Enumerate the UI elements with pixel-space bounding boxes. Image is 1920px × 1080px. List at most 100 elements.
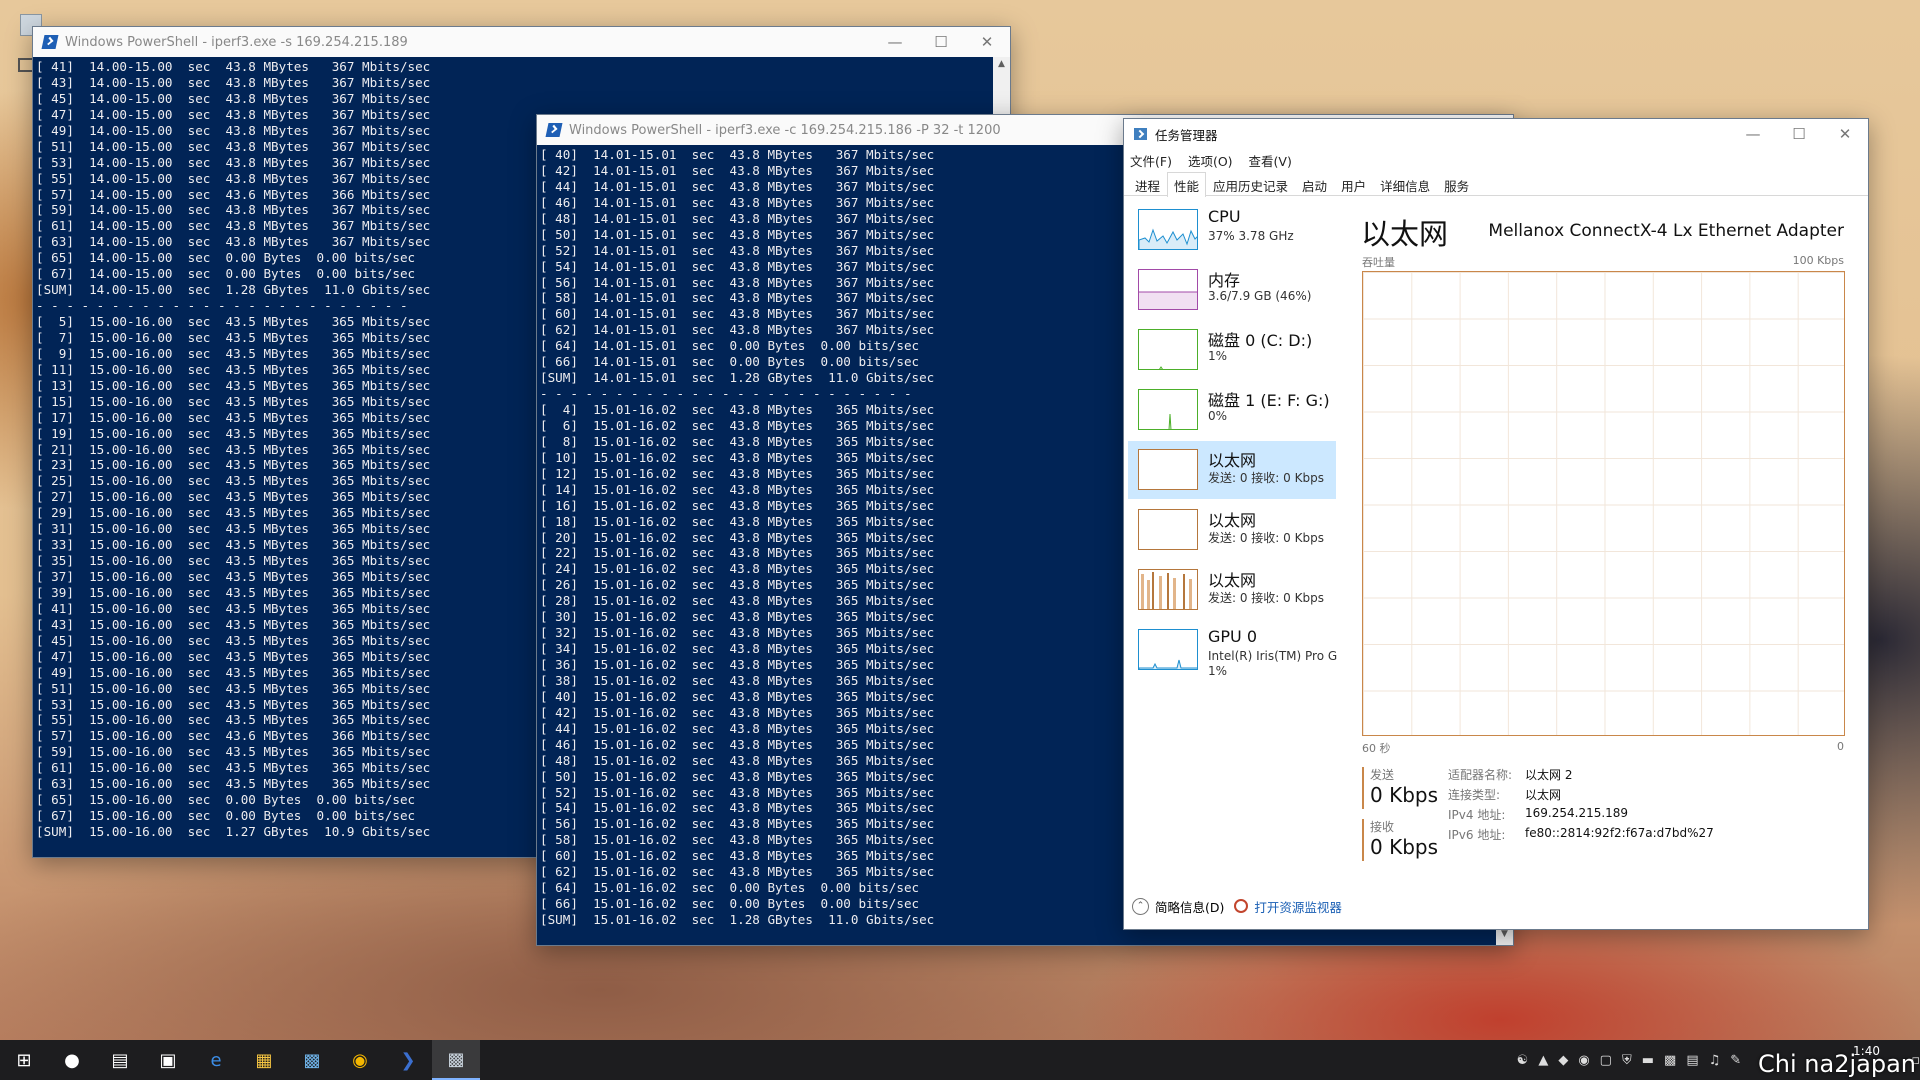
open-resource-monitor-link[interactable]: 打开资源监视器 — [1254, 897, 1342, 916]
graph-label: 吞吐量 — [1362, 256, 1395, 269]
memory-thumbnail-graph — [1138, 269, 1198, 310]
window-title: 任务管理器 — [1155, 127, 1218, 143]
gpu-thumbnail-graph — [1138, 629, 1198, 670]
network-icon[interactable]: ▤ — [1686, 1053, 1698, 1068]
tray-app-icon[interactable]: ▬ — [1642, 1053, 1654, 1068]
task-manager-taskbar-icon[interactable]: ▩ — [432, 1040, 480, 1080]
ethernet-thumbnail-graph — [1138, 569, 1198, 610]
sidebar-item-detail: 37% 3.78 GHz — [1208, 229, 1294, 243]
send-label: 发送 — [1370, 768, 1395, 782]
sidebar-item-cpu[interactable]: CPU 37% 3.78 GHz — [1128, 201, 1336, 259]
maximize-button[interactable]: ☐ — [918, 27, 964, 57]
volume-icon[interactable]: ♫ — [1709, 1053, 1721, 1068]
tab-performance[interactable]: 性能 — [1167, 172, 1207, 197]
receive-label: 接收 — [1370, 820, 1395, 834]
taskbar: ⊞ ● ▤ ▣ e ▦ ▩ ◉ ❯ ▩ ☯ ▲ ◆ ◉ ▢ ⛨ ▬ ▩ ▤ ♫ … — [0, 1040, 1920, 1080]
tray-app-icon[interactable]: ◆ — [1558, 1053, 1568, 1068]
shield-icon[interactable]: ⛨ — [1622, 1053, 1632, 1068]
powershell-taskbar-icon[interactable]: ❯ — [384, 1040, 432, 1080]
start-windows-icon[interactable]: ⊞ — [0, 1040, 48, 1080]
powershell-icon — [545, 123, 563, 137]
receive-indicator — [1362, 819, 1364, 861]
disk-thumbnail-graph — [1138, 389, 1198, 430]
sidebar-item-name: CPU — [1208, 207, 1241, 226]
task-view-icon[interactable]: ▤ — [96, 1040, 144, 1080]
sidebar-item-detail: 发送: 0 接收: 0 Kbps — [1208, 591, 1324, 605]
pen-icon[interactable]: ✎ — [1730, 1053, 1741, 1068]
page-title: 以太网 — [1361, 217, 1449, 251]
console-line: [ 43] 14.00-15.00 sec 43.8 MBytes 367 Mb… — [36, 74, 431, 90]
sidebar-item-usage: 1% — [1208, 664, 1228, 678]
graph-time-label: 60 秒 — [1362, 742, 1391, 755]
tab-details[interactable]: 详细信息 — [1373, 172, 1437, 195]
receive-value: 0 Kbps — [1370, 835, 1439, 859]
performance-sidebar: CPU 37% 3.78 GHz 内存 3.6/7.9 GB (46%) 磁盘 … — [1128, 201, 1338, 879]
window-titlebar[interactable]: Windows PowerShell - iperf3.exe -s 169.2… — [33, 27, 1010, 57]
tray-app-icon[interactable]: ▩ — [1664, 1053, 1676, 1068]
tab-users[interactable]: 用户 — [1334, 172, 1373, 195]
tray-app-icon[interactable]: ▢ — [1600, 1053, 1612, 1068]
sidebar-item-detail: Intel(R) Iris(TM) Pro G — [1208, 649, 1338, 663]
menu-file[interactable]: 文件(F) — [1130, 151, 1172, 170]
scroll-up-icon[interactable]: ▲ — [993, 59, 1010, 74]
tab-services[interactable]: 服务 — [1437, 172, 1476, 195]
task-manager-footer: ⌃ 简略信息(D) 打开资源监视器 — [1124, 883, 1868, 929]
detail-key: IPv6 地址: — [1448, 828, 1506, 842]
resource-monitor-icon — [1234, 899, 1249, 913]
console-line: [ 45] 14.00-15.00 sec 43.8 MBytes 367 Mb… — [36, 90, 431, 106]
tab-processes[interactable]: 进程 — [1128, 172, 1167, 195]
adapter-name: Mellanox ConnectX-4 Lx Ethernet Adapter — [1488, 221, 1844, 241]
menu-options[interactable]: 选项(O) — [1188, 151, 1233, 170]
detail-value: 以太网 2 — [1525, 768, 1573, 782]
detail-value: 以太网 — [1525, 788, 1562, 802]
sidebar-item-disk-0[interactable]: 磁盘 0 (C: D:) 1% — [1128, 321, 1336, 379]
watermark-text: Chi na2japan — [1758, 1050, 1916, 1078]
edge-browser-icon[interactable]: e — [192, 1040, 240, 1080]
sidebar-item-name: 内存 — [1208, 271, 1241, 290]
sidebar-item-name: 以太网 — [1208, 511, 1257, 530]
cortana-icon[interactable]: ● — [48, 1040, 96, 1080]
sidebar-item-disk-1[interactable]: 磁盘 1 (E: F: G:) 0% — [1128, 381, 1336, 439]
window-titlebar[interactable]: 任务管理器 — ☐ ✕ — [1124, 119, 1868, 149]
sidebar-item-detail: 3.6/7.9 GB (46%) — [1208, 289, 1312, 303]
people-icon[interactable]: ☯ — [1517, 1053, 1529, 1068]
sidebar-item-detail: 0% — [1208, 409, 1228, 423]
ethernet-thumbnail-graph — [1138, 509, 1198, 550]
store-icon[interactable]: ▣ — [144, 1040, 192, 1080]
tab-app-history[interactable]: 应用历史记录 — [1206, 172, 1295, 195]
graph-zero-label: 0 — [1837, 740, 1844, 753]
send-value: 0 Kbps — [1370, 783, 1439, 807]
tab-startup[interactable]: 启动 — [1295, 172, 1334, 195]
close-button[interactable]: ✕ — [964, 27, 1010, 57]
minimize-button[interactable]: — — [1730, 119, 1776, 149]
tray-app-icon[interactable]: ◉ — [1578, 1053, 1589, 1068]
sidebar-item-ethernet-3[interactable]: 以太网 发送: 0 接收: 0 Kbps — [1128, 561, 1336, 619]
maximize-button[interactable]: ☐ — [1776, 119, 1822, 149]
detail-key: 适配器名称: — [1448, 768, 1513, 782]
sidebar-item-name: 以太网 — [1208, 451, 1257, 470]
close-button[interactable]: ✕ — [1822, 119, 1868, 149]
sidebar-item-name: 以太网 — [1208, 571, 1257, 590]
fewer-details-button[interactable]: 简略信息(D) — [1155, 897, 1224, 916]
minimize-button[interactable]: — — [872, 27, 918, 57]
sidebar-item-ethernet-2[interactable]: 以太网 发送: 0 接收: 0 Kbps — [1128, 501, 1336, 559]
chrome-like-browser-icon[interactable]: ◉ — [336, 1040, 384, 1080]
detail-value: 169.254.215.189 — [1525, 806, 1629, 820]
sidebar-item-detail: 1% — [1208, 349, 1228, 363]
tab-strip: 进程 性能 应用历史记录 启动 用户 详细信息 服务 — [1124, 172, 1868, 197]
task-manager-window[interactable]: 任务管理器 — ☐ ✕ 文件(F) 选项(O) 查看(V) 进程 性能 应用历史… — [1123, 118, 1869, 930]
detail-key: 连接类型: — [1448, 788, 1501, 802]
detail-value: fe80::2814:92f2:f67a:d7bd%27 — [1525, 826, 1714, 840]
sidebar-item-memory[interactable]: 内存 3.6/7.9 GB (46%) — [1128, 261, 1336, 319]
file-explorer-icon[interactable]: ▦ — [240, 1040, 288, 1080]
console-line: [ 41] 14.00-15.00 sec 43.8 MBytes 367 Mb… — [36, 59, 431, 74]
chevron-up-icon[interactable]: ⌃ — [1132, 897, 1149, 915]
menu-view[interactable]: 查看(V) — [1249, 151, 1292, 170]
sidebar-item-gpu-0[interactable]: GPU 0 Intel(R) Iris(TM) Pro G 1% — [1128, 621, 1338, 679]
scroll-down-icon[interactable]: ▼ — [1496, 929, 1513, 944]
throughput-graph — [1362, 271, 1845, 736]
app-icon[interactable]: ▩ — [288, 1040, 336, 1080]
sidebar-item-ethernet-1[interactable]: 以太网 发送: 0 接收: 0 Kbps — [1128, 441, 1336, 499]
tray-app-icon[interactable]: ▲ — [1538, 1053, 1548, 1068]
disk-thumbnail-graph — [1138, 329, 1198, 370]
